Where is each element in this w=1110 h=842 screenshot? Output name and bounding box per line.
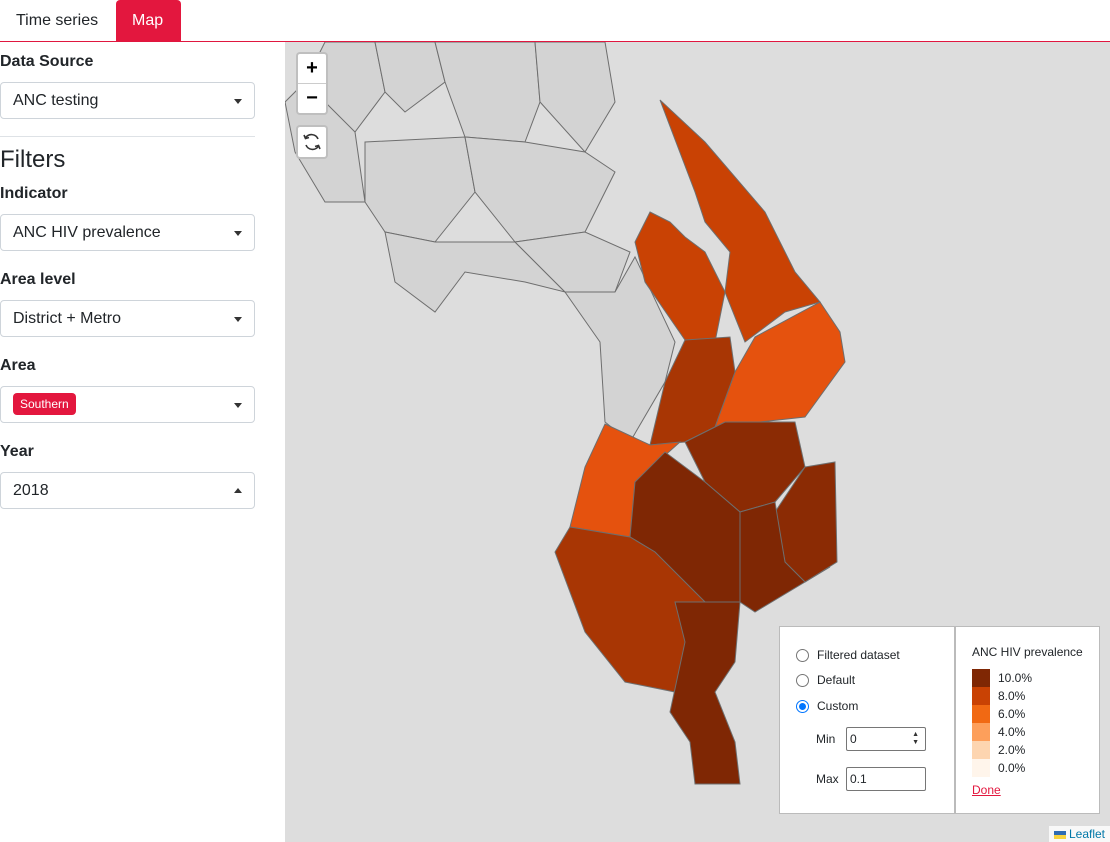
legend-label: 6.0%	[998, 707, 1026, 721]
legend-swatch	[972, 741, 990, 759]
region-grey	[464, 136, 616, 243]
map-legend: ANC HIV prevalence 10.0% 8.0% 6.0% 4.0% …	[955, 626, 1100, 814]
radio-custom[interactable]	[796, 699, 809, 713]
data-source-label: Data Source	[0, 53, 94, 70]
legend-label: 4.0%	[998, 725, 1026, 739]
data-source-select[interactable]: ANC testing	[0, 82, 255, 119]
chevron-down-icon	[234, 317, 242, 322]
tab-bar: Time series Map	[0, 0, 1110, 42]
area-level-label: Area level	[0, 271, 76, 288]
region-grey	[534, 42, 616, 153]
scale-option-label: Default	[817, 673, 856, 687]
scale-option-label: Custom	[817, 699, 859, 713]
scale-option-filtered[interactable]: Filtered dataset	[796, 648, 900, 662]
legend-title: ANC HIV prevalence	[972, 645, 1083, 659]
chevron-up-icon	[234, 488, 242, 493]
min-value: 0	[850, 732, 857, 746]
legend-item: 6.0%	[972, 705, 1025, 723]
scale-option-custom[interactable]: Custom	[796, 699, 858, 713]
region-east-orange	[714, 301, 846, 428]
custom-max-row: Max 0.1	[816, 767, 926, 791]
year-value: 2018	[13, 482, 49, 499]
zoom-out-button[interactable]: −	[298, 84, 326, 114]
chevron-down-icon	[234, 99, 242, 104]
sidebar: Data Source ANC testing Filters Indicato…	[0, 42, 285, 842]
custom-min-row: Min 0 ▲ ▼	[816, 727, 926, 751]
indicator-select[interactable]: ANC HIV prevalence	[0, 214, 255, 251]
filters-heading: Filters	[0, 146, 66, 173]
colour-scale-options: Filtered dataset Default Custom Min 0 ▲ ▼…	[779, 626, 955, 814]
legend-swatch	[972, 723, 990, 741]
scale-option-default[interactable]: Default	[796, 673, 855, 687]
area-select[interactable]: Southern	[0, 386, 255, 423]
legend-item: 10.0%	[972, 669, 1032, 687]
region-grey	[434, 42, 541, 143]
legend-item: 2.0%	[972, 741, 1025, 759]
legend-label: 8.0%	[998, 689, 1026, 703]
area-label: Area	[0, 357, 36, 374]
legend-swatch	[972, 687, 990, 705]
indicator-value: ANC HIV prevalence	[13, 224, 161, 241]
legend-label: 0.0%	[998, 761, 1026, 775]
leaflet-link[interactable]: Leaflet	[1069, 827, 1105, 841]
done-link[interactable]: Done	[972, 783, 1001, 797]
tab-map[interactable]: Map	[116, 0, 181, 41]
chevron-down-icon	[234, 403, 242, 408]
flag-icon	[1053, 830, 1066, 839]
chevron-down-icon	[234, 231, 242, 236]
max-input[interactable]: 0.1	[846, 767, 926, 791]
map-panel[interactable]: + − Filtered dataset Default Custom Min …	[285, 42, 1110, 842]
legend-item: 8.0%	[972, 687, 1025, 705]
legend-item: 4.0%	[972, 723, 1025, 741]
area-level-select[interactable]: District + Metro	[0, 300, 255, 337]
legend-item: 0.0%	[972, 759, 1025, 777]
area-tag-southern[interactable]: Southern	[13, 393, 76, 415]
spinner-icon[interactable]: ▲ ▼	[912, 731, 919, 747]
year-select[interactable]: 2018	[0, 472, 255, 509]
reset-view-button[interactable]	[296, 125, 328, 159]
legend-label: 10.0%	[998, 671, 1033, 685]
region-grey	[374, 42, 446, 113]
legend-swatch	[972, 759, 990, 777]
legend-swatch	[972, 669, 990, 687]
max-value: 0.1	[850, 772, 867, 786]
legend-swatch	[972, 705, 990, 723]
year-label: Year	[0, 443, 34, 460]
refresh-icon	[303, 133, 321, 151]
radio-filtered[interactable]	[796, 648, 809, 662]
zoom-control: + −	[296, 52, 328, 115]
legend-label: 2.0%	[998, 743, 1026, 757]
zoom-in-button[interactable]: +	[298, 54, 326, 84]
map-attribution: Leaflet	[1048, 826, 1110, 842]
min-label: Min	[816, 732, 836, 746]
scale-option-label: Filtered dataset	[817, 648, 900, 662]
data-source-value: ANC testing	[13, 92, 99, 109]
divider	[0, 136, 255, 137]
min-input[interactable]: 0 ▲ ▼	[846, 727, 926, 751]
radio-default[interactable]	[796, 673, 809, 687]
region-grey	[364, 136, 476, 243]
indicator-label: Indicator	[0, 185, 68, 202]
tab-time-series[interactable]: Time series	[0, 0, 116, 41]
max-label: Max	[816, 772, 839, 786]
area-level-value: District + Metro	[13, 310, 122, 327]
